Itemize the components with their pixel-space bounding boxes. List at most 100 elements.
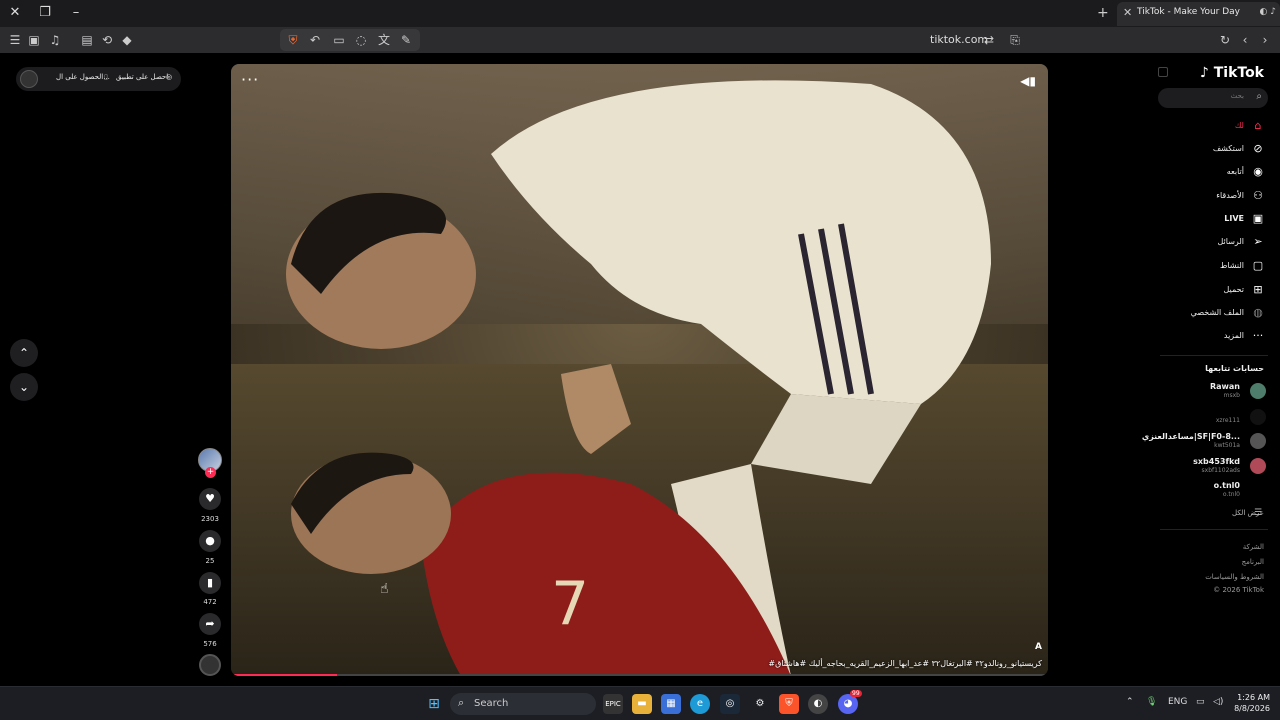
comment-icon[interactable]: ●: [199, 530, 221, 552]
taskbar-search-label: Search: [474, 698, 509, 709]
followed-account[interactable]: o.tnl0 o.tnl0: [1160, 480, 1268, 502]
chat-icon[interactable]: ◌: [352, 31, 370, 49]
followed-account[interactable]: sxb453fkd sxbf1102ads: [1160, 456, 1268, 478]
upload-icon: ⊞: [1253, 283, 1263, 296]
brave-icon[interactable]: ⛨: [779, 694, 799, 714]
extensions-icon[interactable]: ⟲: [98, 31, 116, 49]
file-explorer-icon[interactable]: ▬: [632, 694, 652, 714]
video-player[interactable]: 7 ··· ◀▮ A #كريستيانو_رونالدو٣٢ #البرتغا…: [231, 64, 1048, 676]
get-app-pill[interactable]: الحصول على ال... ▯ احصل على تطبيق ◎: [16, 67, 181, 91]
tiktok-page: الحصول على ال... ▯ احصل على تطبيق ◎ ⌃ ⌄ …: [0, 53, 1280, 686]
sidebar-item-profile[interactable]: الملف الشخصي ◍: [1160, 305, 1268, 323]
tab-close-icon[interactable]: ✕: [1123, 6, 1132, 19]
store-icon[interactable]: ▦: [661, 694, 681, 714]
music-disc-icon[interactable]: [199, 654, 221, 676]
sidebar-item-friends[interactable]: الأصدقاء ⚇: [1160, 188, 1268, 206]
minimize-window-icon[interactable]: –: [66, 4, 86, 22]
app-icon[interactable]: ◐: [808, 694, 828, 714]
sidebar-item-label: LIVE: [1224, 214, 1244, 223]
tiktok-logo[interactable]: ♪ TikTok: [1200, 65, 1264, 81]
like-heart-icon[interactable]: ♥: [199, 488, 221, 510]
browser-tab[interactable]: ✕ TikTok - Make Your Day ◐ ♪: [1117, 2, 1280, 26]
windows-taskbar: ⊞ ⌕ Search EPIC ▬ ▦ e ◎ ⚙ ⛨ ◐ ◕ 99 ⌃ 🎙 E…: [0, 686, 1280, 720]
video-progress-bar[interactable]: [231, 674, 1048, 676]
followed-account[interactable]: xzre111: [1160, 407, 1268, 429]
volume-icon[interactable]: ◁): [1213, 697, 1223, 707]
sidebar-item-more[interactable]: المزيد ···: [1160, 328, 1268, 346]
sidebar-item-label: الرسائل: [1217, 237, 1245, 246]
followed-account[interactable]: مساعدالعنزي|SF|F0-8... kwt501a: [1142, 431, 1268, 453]
following-accounts-title: حسابات تتابعها: [1205, 364, 1264, 373]
close-window-icon[interactable]: ✕: [5, 4, 25, 22]
forward-icon[interactable]: ›: [1256, 31, 1274, 49]
home-icon: ⌂: [1254, 119, 1262, 132]
next-video-button[interactable]: ⌄: [10, 373, 38, 401]
menu-icon[interactable]: ☰: [6, 31, 24, 49]
sidebar-divider: [1160, 529, 1268, 530]
get-coins-link[interactable]: الحصول على ال...: [56, 73, 110, 81]
reload-icon[interactable]: ↻: [1216, 31, 1234, 49]
sidebar-item-upload[interactable]: تحميل ⊞: [1160, 282, 1268, 300]
settings-icon[interactable]: ⚙: [750, 694, 770, 714]
following-icon: ◉: [1253, 165, 1263, 178]
sidebar-item-live[interactable]: LIVE ▣: [1160, 211, 1268, 229]
account-name: مساعدالعنزي|SF|F0-8...: [1141, 432, 1240, 441]
video-more-icon[interactable]: ···: [241, 70, 259, 89]
bookmark-save-icon[interactable]: ▮: [199, 572, 221, 594]
collapse-sidebar-icon[interactable]: [1158, 67, 1168, 77]
footer-link[interactable]: الشركة: [1243, 543, 1264, 551]
epic-games-icon[interactable]: EPIC: [603, 694, 623, 714]
discord-icon[interactable]: ◕: [838, 694, 858, 714]
bookmark-icon[interactable]: ⎘: [1006, 31, 1024, 49]
profile-icon: ◍: [1253, 306, 1263, 319]
tab-manager-icon[interactable]: ▤: [78, 31, 96, 49]
footer-link[interactable]: البرنامج: [1242, 558, 1264, 566]
get-app-link[interactable]: احصل على تطبيق: [116, 73, 168, 81]
sidebar-item-label: النشاط: [1219, 261, 1244, 270]
vpn-icon[interactable]: ◆: [118, 31, 136, 49]
followed-account[interactable]: Rawan msxb: [1160, 381, 1268, 403]
sidebar-item-label: الملف الشخصي: [1190, 308, 1244, 317]
sidebar-item-explore[interactable]: استكشف ⊘: [1160, 141, 1268, 159]
follow-plus-icon[interactable]: +: [205, 467, 216, 478]
footer-link[interactable]: الشروط والسياسات: [1205, 573, 1264, 581]
sidebar-divider: [1160, 355, 1268, 356]
search-icon[interactable]: ⌕: [1256, 91, 1262, 102]
screen-icon[interactable]: ▭: [330, 31, 348, 49]
comment-count: 25: [205, 557, 215, 565]
sidebar-item-messages[interactable]: الرسائل ➢: [1160, 234, 1268, 252]
steam-icon[interactable]: ◎: [720, 694, 740, 714]
script-icon[interactable]: ✎: [397, 31, 415, 49]
translate-icon[interactable]: 文: [375, 31, 393, 49]
sidebar-item-for-you[interactable]: لك ⌂: [1160, 118, 1268, 136]
share-arrow-icon[interactable]: ➦: [199, 613, 221, 635]
taskbar-search[interactable]: ⌕ Search: [450, 693, 596, 715]
search-input[interactable]: بحث ⌕: [1158, 88, 1268, 108]
network-icon[interactable]: ▭: [1196, 697, 1205, 707]
microphone-icon[interactable]: 🎙: [1146, 697, 1157, 707]
sidebar-item-activity[interactable]: النشاط ▢: [1160, 258, 1268, 276]
avatar: [1250, 458, 1266, 474]
back-history-icon[interactable]: ↶: [306, 31, 324, 49]
music-icon[interactable]: ♫: [46, 31, 64, 49]
new-tab-icon[interactable]: +: [1097, 5, 1109, 21]
sidebar-toggle-icon[interactable]: ▣: [25, 31, 43, 49]
sidebar-item-following[interactable]: أتابعه ◉: [1160, 164, 1268, 182]
avatar: [1250, 433, 1266, 449]
edge-icon[interactable]: e: [690, 694, 710, 714]
sidebar-item-label: تحميل: [1223, 285, 1245, 294]
windows-start-icon[interactable]: ⊞: [424, 694, 444, 714]
previous-video-button[interactable]: ⌃: [10, 339, 38, 367]
site-settings-icon[interactable]: ⇄: [980, 31, 998, 49]
share-count: 576: [203, 640, 217, 648]
mute-toggle-icon[interactable]: ◀▮: [1020, 74, 1036, 88]
tray-expand-icon[interactable]: ⌃: [1126, 697, 1134, 707]
shield-icon[interactable]: ⛨: [284, 31, 302, 49]
language-indicator[interactable]: ENG: [1168, 697, 1187, 707]
live-icon: ▣: [1252, 212, 1264, 225]
restore-window-icon[interactable]: ❐: [35, 4, 55, 22]
back-icon[interactable]: ‹: [1236, 31, 1254, 49]
video-caption[interactable]: #كريستيانو_رونالدو٣٢ #البرتغال٣٢ #عد_ابه…: [768, 659, 1042, 668]
tab-title: TikTok - Make Your Day: [1137, 7, 1241, 17]
taskbar-clock[interactable]: 1:26 AM 8/8/2026: [1230, 692, 1270, 714]
